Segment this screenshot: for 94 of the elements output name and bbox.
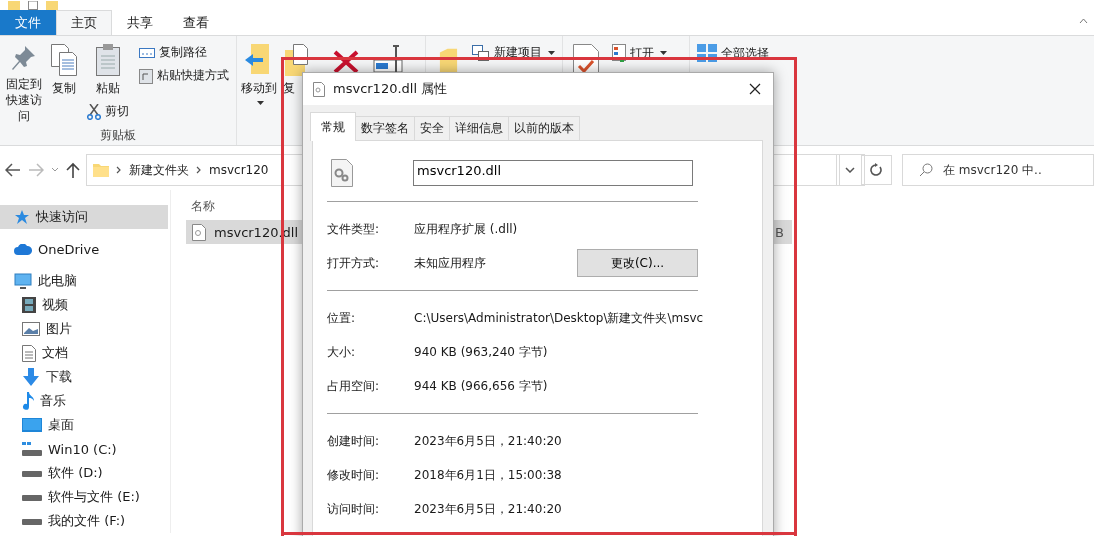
recent-button[interactable]: [50, 166, 60, 174]
up-icon: [66, 162, 80, 178]
move-to-button[interactable]: 移动到: [241, 42, 277, 145]
property-value: C:\Users\Administrator\Desktop\新建文件夹\msvc: [414, 309, 704, 327]
property-label: 占用空间:: [327, 377, 381, 395]
shortcut-icon: [139, 67, 153, 84]
property-value: 2023年6月5日，21:40:20: [414, 432, 562, 450]
sidebar-item[interactable]: OneDrive: [0, 237, 168, 261]
copy-button[interactable]: 复制: [48, 42, 80, 127]
up-button[interactable]: [65, 161, 81, 179]
sidebar-item[interactable]: 图片: [0, 317, 168, 341]
sidebar-item[interactable]: 快速访问: [0, 205, 168, 229]
sidebar-item[interactable]: 软件 (D:): [0, 461, 168, 485]
property-value: 944 KB (966,656 字节): [414, 377, 548, 395]
file-icon: [192, 223, 206, 241]
sidebar-item[interactable]: 软件与文件 (E:): [0, 485, 168, 509]
caret-icon: [256, 101, 264, 105]
sidebar-item[interactable]: 视频: [0, 293, 168, 317]
drive-icon: [22, 442, 42, 456]
copy-path-button[interactable]: 复制路径: [136, 42, 232, 63]
breadcrumb[interactable]: 新建文件夹: [129, 161, 189, 179]
drive-icon: [22, 517, 42, 525]
music-icon: [22, 392, 34, 410]
sidebar-item[interactable]: 文档: [0, 341, 168, 365]
film-icon: [22, 297, 36, 313]
back-icon: [5, 163, 21, 177]
property-value: 940 KB (963,240 字节): [414, 343, 548, 361]
search-field[interactable]: 在 msvcr120 中..: [943, 163, 1093, 177]
search-box[interactable]: 在 msvcr120 中..: [902, 154, 1094, 186]
sidebar-item[interactable]: 此电脑: [0, 269, 168, 293]
copy-icon: [51, 44, 77, 76]
back-button[interactable]: [4, 162, 22, 178]
sidebar-item[interactable]: Win10 (C:): [0, 437, 168, 461]
gear-file-icon: [331, 159, 353, 187]
chevron-down-icon: [845, 167, 856, 173]
file-icon: [313, 81, 325, 97]
property-label: 访问时间:: [327, 500, 381, 518]
pin-icon: [11, 44, 37, 72]
forward-icon: [28, 163, 44, 177]
property-label: 位置:: [327, 309, 357, 327]
breadcrumb[interactable]: msvcr120: [209, 163, 269, 177]
delete-icon[interactable]: [333, 50, 359, 74]
ribbon-tab[interactable]: 文件: [0, 10, 56, 35]
ribbon-tab[interactable]: 查看: [168, 10, 224, 35]
path-icon: [139, 47, 155, 58]
drive-icon: [22, 493, 42, 501]
change-button[interactable]: 更改(C)...: [577, 249, 698, 277]
property-value: 2018年6月1日，15:00:38: [414, 466, 562, 484]
property-value: 应用程序扩展 (.dll): [414, 220, 518, 238]
image-icon: [22, 322, 40, 336]
property-label: 大小:: [327, 343, 357, 361]
window-title: msvcr120.dll 属性: [333, 80, 448, 98]
refresh-icon: [870, 163, 884, 177]
cut-button[interactable]: 剪切: [84, 101, 132, 122]
folder-icon: [93, 163, 109, 177]
scissors-icon: [87, 103, 101, 120]
property-label: 创建时间:: [327, 432, 381, 450]
chevron-icon: [196, 166, 202, 174]
clipboard-icon: [96, 44, 120, 76]
dialog-tab[interactable]: 常规: [310, 112, 356, 141]
property-value: 未知应用程序: [414, 254, 486, 272]
pin-button[interactable]: 固定到快速访问: [4, 42, 44, 127]
sidebar-item[interactable]: 音乐: [0, 389, 168, 413]
group-label: 剪贴板: [99, 126, 137, 144]
drive-icon: [22, 469, 42, 477]
cloud-icon: [14, 243, 32, 255]
collapse-icon[interactable]: [1079, 18, 1088, 24]
sidebar-item[interactable]: 下载: [0, 365, 168, 389]
download-icon: [22, 368, 40, 386]
property-label: 文件类型:: [327, 220, 381, 238]
caret-icon: [548, 50, 555, 55]
property-label: 修改时间:: [327, 466, 381, 484]
app-icon: [8, 1, 20, 10]
property-value: 2023年6月5日，21:40:20: [414, 500, 562, 518]
file-name-field[interactable]: msvcr120.dll: [413, 160, 693, 186]
star-icon: [14, 209, 30, 225]
document-icon: [22, 344, 36, 362]
monitor-icon: [14, 273, 32, 289]
table-cell: B: [775, 224, 784, 240]
chevron-icon: [116, 166, 122, 174]
paste-button[interactable]: 粘贴: [84, 42, 132, 99]
search-icon: [919, 163, 933, 177]
property-label: 打开方式:: [327, 254, 381, 272]
close-icon: [749, 83, 761, 95]
desktop-icon: [22, 418, 42, 432]
sidebar-item[interactable]: 桌面: [0, 413, 168, 437]
sidebar-item[interactable]: 我的文件 (F:): [0, 509, 168, 533]
ribbon-tab[interactable]: 主页: [56, 10, 112, 35]
dialog-tab[interactable]: 以前的版本: [508, 116, 580, 140]
dropdown-icon: [51, 167, 59, 173]
paste-shortcut-button[interactable]: 粘贴快捷方式: [136, 65, 232, 86]
ribbon-tab[interactable]: 共享: [112, 10, 168, 35]
caret-icon: [660, 51, 667, 55]
refresh-button[interactable]: [861, 155, 892, 185]
